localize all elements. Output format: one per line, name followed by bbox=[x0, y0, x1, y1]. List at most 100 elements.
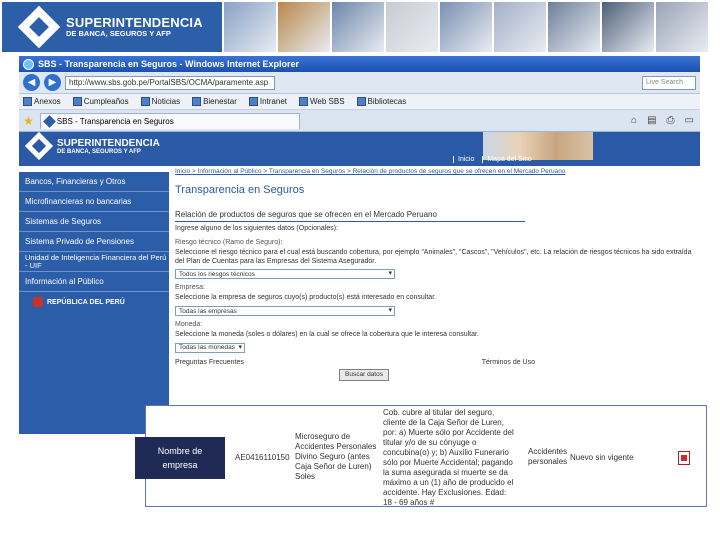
print-icon[interactable]: ⎙ bbox=[667, 115, 675, 126]
sidebar-item-bancos[interactable]: Bancos, Financieras y Otros bbox=[19, 172, 169, 192]
result-status: Nuevo sin vigente bbox=[570, 453, 634, 462]
back-arrow-icon[interactable]: ◀ bbox=[23, 74, 40, 91]
peru-label: REPÚBLICA DEL PERÚ bbox=[47, 298, 125, 306]
link-icon bbox=[356, 97, 366, 106]
link-anexos[interactable]: Anexos bbox=[23, 97, 61, 106]
site-header: SUPERINTENDENCIA DE BANCA, SEGUROS Y AFP… bbox=[19, 131, 700, 166]
description-line: Cob. cubre al titular del seguro, bbox=[383, 408, 495, 417]
empresa-name-label: Nombre de empresa bbox=[135, 437, 225, 479]
banner-photo bbox=[602, 2, 654, 52]
riesgo-help: Seleccione el riesgo técnico para el cua… bbox=[175, 248, 692, 265]
link-bibliotecas[interactable]: Bibliotecas bbox=[356, 97, 406, 106]
sidebar-item-pensiones[interactable]: Sistema Privado de Pensiones bbox=[19, 232, 169, 252]
empresa-help: Seleccione la empresa de seguros cuyo(s)… bbox=[175, 294, 437, 302]
product-line: Soles bbox=[295, 472, 316, 481]
sidebar-item-microfinancieras[interactable]: Microfinancieras no bancarias bbox=[19, 192, 169, 212]
link-cumpleanos[interactable]: Cumpleaños bbox=[72, 97, 129, 106]
feeds-icon[interactable]: ▤ bbox=[647, 115, 656, 126]
ramo-line: Accidentes bbox=[528, 447, 568, 456]
link-icon bbox=[140, 97, 150, 106]
forward-arrow-icon[interactable]: ▶ bbox=[44, 74, 61, 91]
name-label-line1: Nombre de bbox=[157, 445, 203, 456]
web-page: SUPERINTENDENCIA DE BANCA, SEGUROS Y AFP… bbox=[19, 131, 700, 434]
sidebar-item-uif[interactable]: Unidad de Inteligencia Financiera del Pe… bbox=[19, 252, 169, 272]
link-bienestar[interactable]: Bienestar bbox=[192, 97, 237, 106]
product-line: Accidentes Personales bbox=[295, 442, 377, 451]
banner-photo-strip bbox=[224, 2, 708, 52]
sbs-favicon-icon bbox=[42, 114, 56, 128]
ie-icon bbox=[23, 58, 34, 70]
republica-peru-link[interactable]: REPÚBLICA DEL PERÚ bbox=[19, 292, 169, 312]
sbs-logo: SUPERINTENDENCIA DE BANCA, SEGUROS Y AFP bbox=[2, 2, 222, 52]
empresa-select[interactable]: Todas las empresas bbox=[175, 306, 395, 316]
banner-photo bbox=[548, 2, 600, 52]
site-logo-line2: DE BANCA, SEGUROS Y AFP bbox=[57, 148, 141, 155]
intro-text: Ingrese alguno de los siguientes datos (… bbox=[175, 225, 339, 232]
moneda-help: Seleccione la moneda (soles o dólares) e… bbox=[175, 331, 479, 338]
sbs-logo-text: SUPERINTENDENCIA DE BANCA, SEGUROS Y AFP bbox=[66, 14, 203, 39]
link-icon bbox=[192, 97, 202, 106]
site-logo[interactable]: SUPERINTENDENCIA DE BANCA, SEGUROS Y AFP bbox=[24, 131, 160, 161]
banner-photo bbox=[440, 2, 492, 52]
window-titlebar: SBS - Transparencia en Seguros - Windows… bbox=[19, 56, 700, 72]
logo-line1: SUPERINTENDENCIA bbox=[66, 14, 203, 30]
link-label: Noticias bbox=[151, 97, 181, 106]
link-icon bbox=[248, 97, 258, 106]
page-title: Transparencia en Seguros bbox=[175, 184, 305, 196]
product-line: Divino Seguro (antes bbox=[295, 452, 370, 461]
banner-photo bbox=[278, 2, 330, 52]
tab-bar: ★ SBS - Transparencia en Seguros ⌂ ▤ ⎙ ▭ bbox=[19, 110, 700, 132]
description-line: 18 - 69 años # bbox=[383, 498, 435, 507]
page-icon[interactable]: ▭ bbox=[685, 115, 694, 126]
description-line: la suma asegurada si muerte se da bbox=[383, 468, 508, 477]
breadcrumb[interactable]: Inicio > Información al Público > Transp… bbox=[175, 168, 695, 182]
live-search-input[interactable]: Live Search bbox=[642, 75, 696, 90]
home-icon[interactable]: ⌂ bbox=[631, 115, 637, 126]
site-sidebar: Bancos, Financieras y Otros Microfinanci… bbox=[19, 172, 169, 434]
ramo-line: personales bbox=[528, 457, 568, 466]
link-noticias[interactable]: Noticias bbox=[140, 97, 181, 106]
site-logo-text: SUPERINTENDENCIA DE BANCA, SEGUROS Y AFP bbox=[57, 138, 160, 155]
faq-link[interactable]: Preguntas Frecuentes bbox=[175, 359, 244, 366]
top-banner: SUPERINTENDENCIA DE BANCA, SEGUROS Y AFP bbox=[0, 0, 720, 54]
description-line: máximo a un (1) año de producido el bbox=[383, 478, 514, 487]
link-mapa-sitio[interactable]: Mapa del Sitio bbox=[482, 156, 535, 163]
empresa-label: Empresa: bbox=[175, 284, 205, 292]
result-description: Cob. cubre al titular del seguro, cliente… bbox=[383, 408, 533, 508]
moneda-label: Moneda: bbox=[175, 321, 203, 328]
moneda-select[interactable]: Todas las monedas bbox=[175, 342, 245, 353]
link-inicio[interactable]: Inicio bbox=[453, 156, 478, 163]
riesgo-label: Riesgo técnico (Ramo de Seguro): bbox=[175, 238, 283, 246]
link-intranet[interactable]: Intranet bbox=[248, 97, 287, 106]
command-bar: ⌂ ▤ ⎙ ▭ bbox=[631, 115, 694, 126]
buscar-button[interactable]: Buscar datos bbox=[339, 368, 389, 381]
link-label: Web SBS bbox=[310, 97, 345, 106]
name-label-line2: empresa bbox=[162, 460, 198, 470]
page-subtitle: Relación de productos de seguros que se … bbox=[175, 210, 525, 222]
riesgo-select[interactable]: Todos los riesgos técnicos bbox=[175, 269, 395, 280]
url-input[interactable]: http://www.sbs.gob.pe/PortalSBS/OCMA/par… bbox=[65, 75, 275, 90]
pdf-icon[interactable] bbox=[678, 451, 690, 465]
favorites-star-icon[interactable]: ★ bbox=[23, 114, 34, 128]
result-code: AE0416110150 bbox=[235, 453, 290, 462]
sidebar-item-informacion[interactable]: Información al Público bbox=[19, 272, 169, 292]
site-diamond-icon bbox=[24, 131, 54, 161]
window-title: SBS - Transparencia en Seguros - Windows… bbox=[38, 59, 299, 69]
product-line: Microseguro de bbox=[295, 432, 351, 441]
terms-link[interactable]: Términos de Uso bbox=[482, 359, 535, 366]
product-line: Caja Señor de Luren) bbox=[295, 462, 372, 471]
header-links: Inicio Mapa del Sitio bbox=[453, 156, 536, 163]
banner-photo bbox=[494, 2, 546, 52]
link-web-sbs[interactable]: Web SBS bbox=[299, 97, 345, 106]
description-line: accidente. Hay Exclusiones. Edad: bbox=[383, 488, 507, 497]
link-icon bbox=[299, 97, 308, 106]
result-ramo: Accidentes personales bbox=[528, 447, 567, 467]
sbs-diamond-icon bbox=[17, 5, 61, 49]
tab-transparencia[interactable]: SBS - Transparencia en Seguros bbox=[39, 112, 300, 129]
description-line: por: a) Muerte sólo por Accidente del bbox=[383, 428, 514, 437]
description-line: cliente de la Caja Señor de Luren, bbox=[383, 418, 504, 427]
link-label: Cumpleaños bbox=[83, 97, 129, 106]
banner-photo bbox=[656, 2, 708, 52]
sidebar-item-seguros[interactable]: Sistemas de Seguros bbox=[19, 212, 169, 232]
description-line: concubina(o) y; b) Auxilio Funerario bbox=[383, 448, 509, 457]
